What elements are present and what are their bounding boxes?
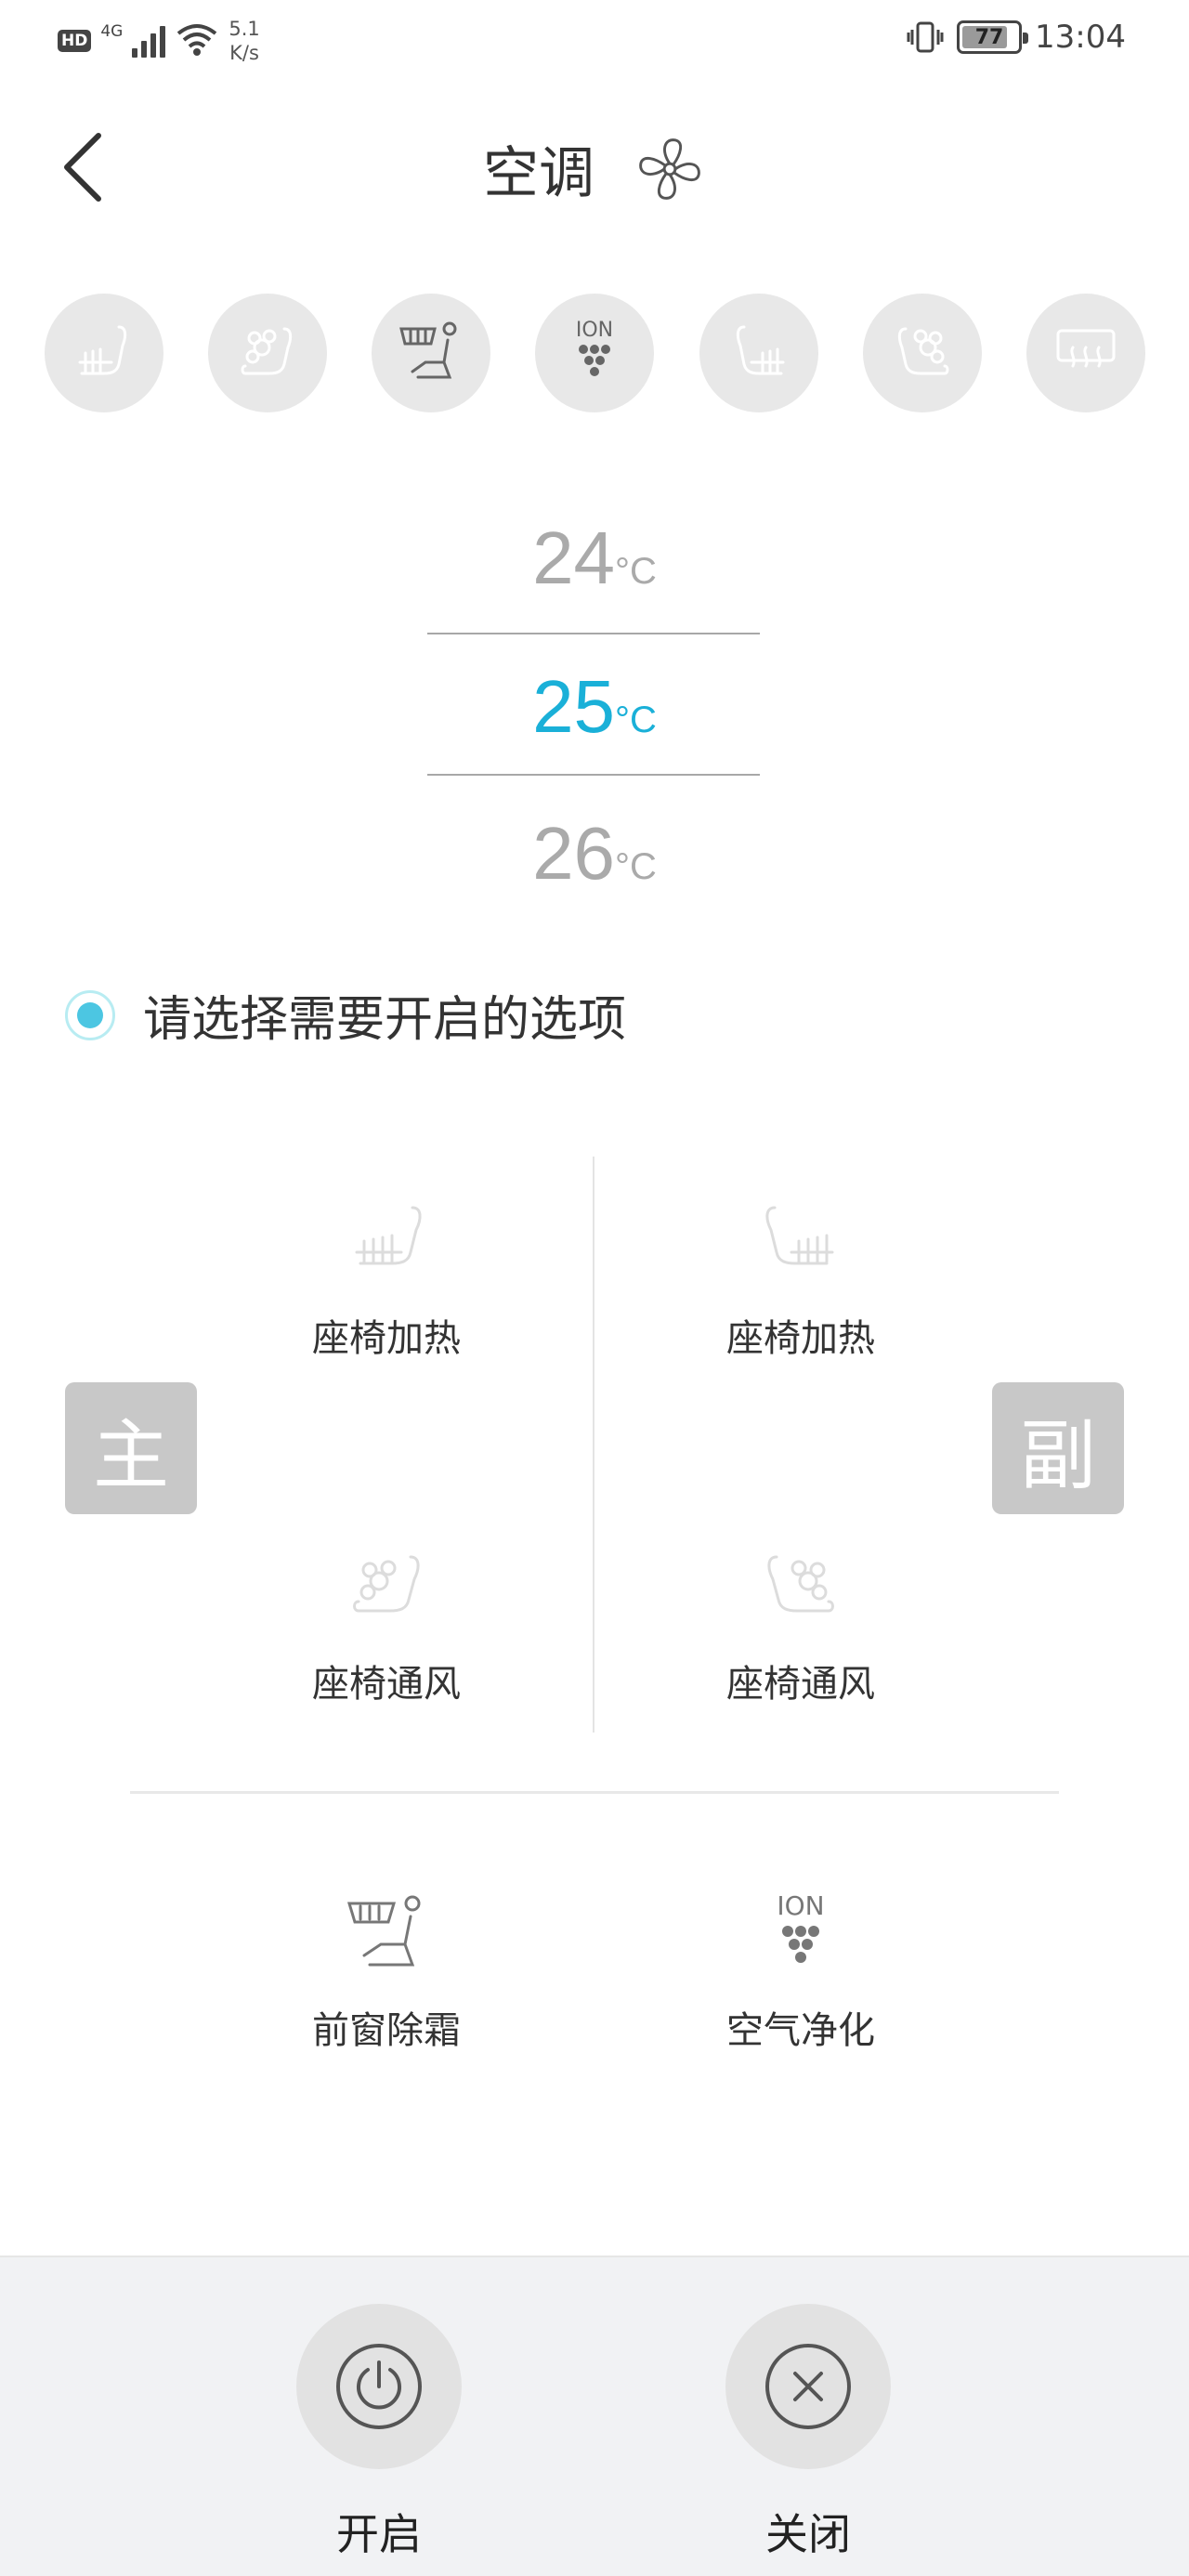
passenger-badge: 副 [992, 1382, 1124, 1514]
seat-heat-driver-icon [78, 325, 127, 375]
front-defrost-icon [399, 321, 457, 379]
passenger-seat-vent-option[interactable]: 座椅通风 [661, 1544, 940, 1707]
front-defrost-option[interactable]: 前窗除霜 [247, 1890, 526, 2054]
turn-off-label: 关闭 [765, 2509, 851, 2559]
quick-seat-vent-passenger[interactable] [862, 294, 982, 412]
temp-value: 26 [532, 812, 616, 895]
temp-value: 24 [532, 517, 616, 599]
page-title: 空调 [483, 141, 594, 206]
seat-vent-label: 座椅通风 [726, 1663, 875, 1706]
power-button-circle[interactable] [296, 2304, 462, 2469]
quick-front-defrost[interactable] [372, 294, 491, 412]
status-right: 77 13:04 [907, 19, 1126, 56]
turn-on-label: 开启 [336, 2509, 422, 2559]
status-left: HD 4G 5.1 K/s [58, 17, 260, 65]
ion-label: ION [576, 319, 613, 342]
front-defrost-label: 前窗除霜 [312, 2009, 461, 2052]
turn-on-button[interactable]: 开启 [286, 2304, 472, 2562]
hd-badge: HD [58, 30, 92, 52]
close-icon [765, 2344, 851, 2429]
network-speed: 5.1 K/s [229, 17, 259, 65]
seat-vent-passenger-icon [897, 327, 949, 375]
temp-option-prev[interactable]: 24°C [427, 516, 762, 601]
clock: 13:04 [1035, 19, 1126, 56]
ion-purify-icon: ION [576, 319, 614, 376]
quick-seat-heat-driver[interactable] [45, 294, 163, 412]
battery-level: 77 [974, 25, 1004, 49]
battery-icon: 77 [957, 20, 1029, 54]
temp-unit: °C [615, 700, 657, 740]
hint-text: 请选择需要开启的选项 [143, 992, 627, 1048]
temp-unit: °C [615, 846, 657, 887]
air-purify-label: 空气净化 [726, 2009, 875, 2052]
seat-heat-passenger-icon [736, 325, 785, 375]
vibrate-icon [907, 21, 944, 53]
temp-option-selected[interactable]: 25°C [427, 664, 762, 750]
power-icon [336, 2344, 422, 2429]
speed-unit: K/s [229, 42, 259, 64]
quick-seat-heat-passenger[interactable] [699, 294, 818, 412]
radio-indicator-icon [65, 989, 115, 1040]
temp-unit: °C [615, 551, 657, 592]
status-bar: HD 4G 5.1 K/s 77 13:04 [0, 0, 1189, 84]
rear-defrost-icon [1056, 329, 1116, 368]
driver-seat-vent-option[interactable]: 座椅通风 [247, 1544, 526, 1707]
turn-off-button[interactable]: 关闭 [715, 2304, 901, 2562]
seat-heat-label: 座椅加热 [312, 1317, 461, 1360]
temperature-picker[interactable]: 24°C 25°C 26°C [427, 516, 762, 895]
driver-badge: 主 [65, 1382, 197, 1514]
picker-divider-top [427, 633, 760, 634]
ion-purify-icon: ION [777, 1890, 825, 1963]
seat-vent-driver-icon [241, 327, 293, 375]
front-defrost-icon [346, 1895, 421, 1967]
seat-vent-icon [353, 1555, 420, 1613]
fan-icon [639, 137, 700, 200]
quick-rear-defrost[interactable] [1026, 294, 1145, 412]
temp-option-next[interactable]: 26°C [427, 811, 762, 896]
seat-heat-icon [765, 1206, 834, 1265]
picker-divider-bottom [427, 774, 760, 776]
seat-vent-label: 座椅通风 [312, 1663, 461, 1706]
title-group: 空调 [0, 128, 1189, 209]
temp-value: 25 [532, 665, 616, 748]
header: 空调 [0, 102, 1189, 232]
ion-label: ION [777, 1890, 824, 1921]
wifi-icon [177, 24, 217, 56]
quick-ion-purify[interactable]: ION [535, 294, 655, 412]
bottom-action-bar: 开启 关闭 [0, 2256, 1189, 2576]
driver-seat-heat-option[interactable]: 座椅加热 [247, 1198, 526, 1362]
air-purify-option[interactable]: ION 空气净化 [661, 1890, 940, 2054]
network-type: 4G [100, 22, 124, 41]
seat-divider [593, 1157, 594, 1733]
quick-actions: ION [45, 294, 1145, 412]
close-button-circle[interactable] [725, 2304, 891, 2469]
option-hint: 请选择需要开启的选项 [65, 980, 626, 1050]
seat-heat-icon [355, 1206, 422, 1265]
passenger-seat-heat-option[interactable]: 座椅加热 [661, 1198, 940, 1362]
speed-value: 5.1 [229, 18, 260, 40]
quick-seat-vent-driver[interactable] [208, 294, 328, 412]
seat-vent-icon [767, 1555, 834, 1613]
section-divider [130, 1791, 1059, 1794]
seat-heat-label: 座椅加热 [726, 1317, 875, 1360]
signal-icon [132, 20, 166, 58]
